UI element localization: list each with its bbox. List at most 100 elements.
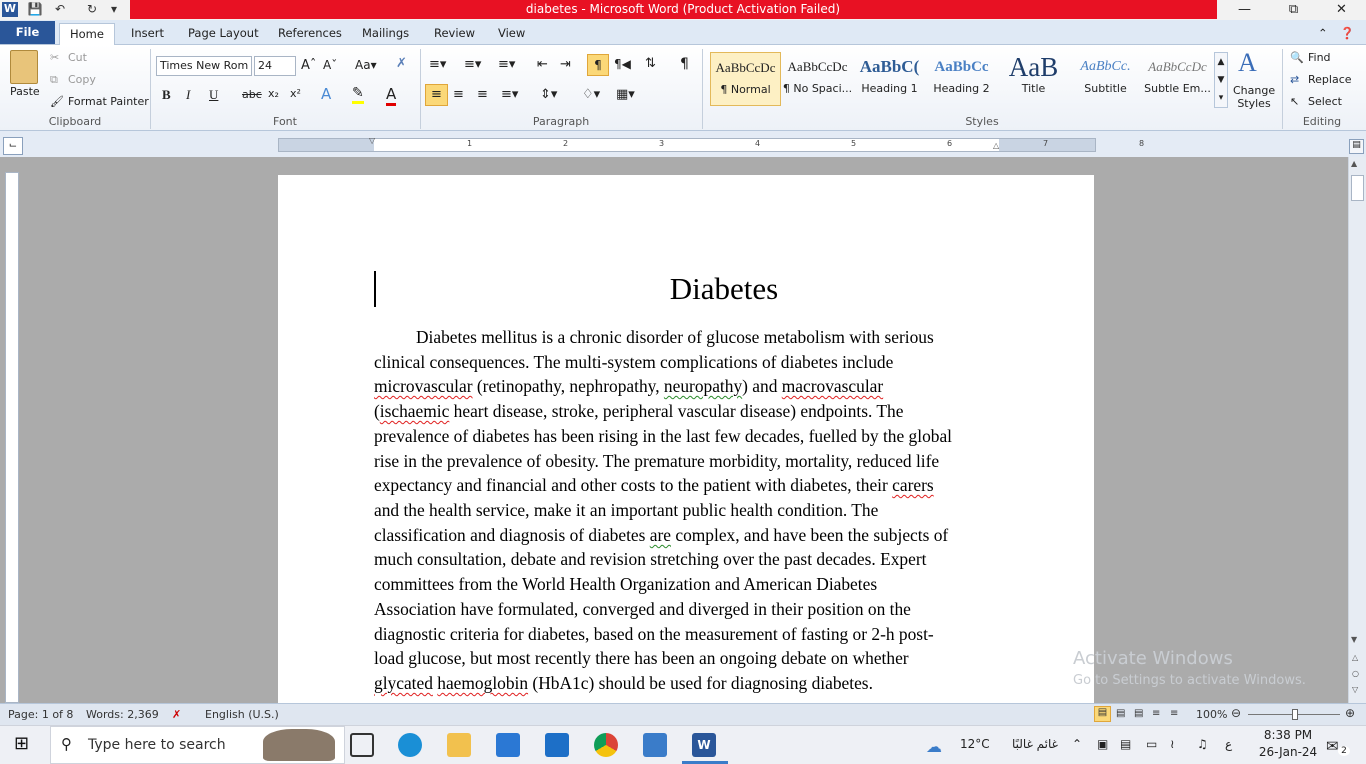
tab-mailings[interactable]: Mailings [352, 23, 419, 45]
view-ruler-icon[interactable]: ▤ [1349, 139, 1364, 154]
format-painter-button[interactable]: Format Painter [68, 95, 149, 108]
subscript-button[interactable]: x₂ [268, 87, 279, 100]
help-icon[interactable]: ❓ [1340, 23, 1354, 45]
style-title[interactable]: AaB Title [998, 52, 1069, 106]
find-icon[interactable]: 🔍 [1290, 51, 1304, 64]
font-color-icon[interactable]: A [386, 85, 397, 106]
page-count[interactable]: Page: 1 of 8 [8, 708, 73, 721]
word-taskbar-icon[interactable]: W [692, 733, 716, 757]
clear-formatting-icon[interactable]: ✗ [396, 56, 407, 71]
copy-icon[interactable]: ⧉ [50, 73, 58, 87]
zoom-in-icon[interactable]: ⊕ [1345, 706, 1355, 720]
align-left-icon[interactable]: ≡ [425, 84, 448, 106]
cut-button[interactable]: Cut [68, 51, 87, 64]
indent-marker-icon[interactable]: ▽ [369, 136, 375, 145]
style-heading-2[interactable]: AaBbCc Heading 2 [926, 52, 997, 106]
select-icon[interactable]: ↖ [1290, 95, 1299, 108]
tab-page-layout[interactable]: Page Layout [178, 23, 269, 45]
find-button[interactable]: Find [1308, 51, 1331, 64]
scroll-up-icon[interactable]: ▲ [1351, 159, 1357, 168]
styles-scroll-icon[interactable]: ▲ ▼ ▾ [1214, 52, 1228, 108]
style-normal[interactable]: AaBbCcDc ¶ Normal [710, 52, 781, 106]
grow-font-icon[interactable]: Aˆ [301, 58, 316, 73]
superscript-button[interactable]: x² [290, 87, 301, 100]
tab-review[interactable]: Review [424, 23, 485, 45]
shading-icon[interactable]: ♢▾ [582, 87, 600, 102]
scroll-down-icon[interactable]: ▼ [1351, 635, 1357, 644]
proofing-icon[interactable]: ✗ [172, 708, 181, 721]
language-indicator[interactable]: English (U.S.) [205, 708, 279, 721]
print-layout-icon[interactable]: ▤ [1094, 706, 1111, 722]
horizontal-ruler[interactable]: ▽ △ 1 2 3 4 5 6 7 8 [278, 136, 1144, 152]
volume-icon[interactable]: ♫ [1197, 737, 1208, 751]
previous-page-icon[interactable]: △ [1352, 653, 1358, 662]
mail-icon[interactable] [545, 733, 569, 757]
browse-object-icon[interactable]: ○ [1352, 669, 1359, 678]
outline-icon[interactable]: ≡ [1152, 708, 1160, 719]
replace-button[interactable]: Replace [1308, 73, 1352, 86]
change-case-icon[interactable]: Aa▾ [355, 58, 377, 72]
battery-icon[interactable]: ▭ [1146, 737, 1157, 751]
change-styles-icon[interactable]: A [1238, 48, 1257, 78]
style-subtitle[interactable]: AaBbCc. Subtitle [1070, 52, 1141, 106]
input-language[interactable]: ع [1225, 737, 1232, 751]
spell-error[interactable]: ischaemic [380, 401, 450, 421]
multilevel-list-icon[interactable]: ≡▾ [498, 57, 515, 72]
weather-description[interactable]: غائم غالبًا [1012, 737, 1058, 751]
tab-references[interactable]: References [268, 23, 352, 45]
tab-view[interactable]: View [488, 23, 535, 45]
photos-icon[interactable] [643, 733, 667, 757]
numbering-icon[interactable]: ≡▾ [464, 57, 481, 72]
decrease-indent-icon[interactable]: ⇤ [537, 57, 548, 72]
tab-selector-icon[interactable]: ⌙ [3, 137, 23, 155]
tab-home[interactable]: Home [59, 23, 115, 46]
shrink-font-icon[interactable]: Aˇ [323, 58, 337, 72]
paste-button[interactable]: Paste [10, 85, 40, 98]
underline-button[interactable]: U [209, 87, 218, 103]
minimize-ribbon-icon[interactable]: ⌃ [1318, 23, 1328, 45]
spell-error[interactable]: glycated [374, 673, 433, 693]
wifi-icon[interactable]: ≀ [1170, 737, 1175, 751]
replace-icon[interactable]: ⇄ [1290, 73, 1299, 86]
text-effects-icon[interactable]: A [321, 85, 331, 103]
increase-indent-icon[interactable]: ⇥ [560, 57, 571, 72]
style-heading-1[interactable]: AaBbC( Heading 1 [854, 52, 925, 106]
edge-icon[interactable] [398, 733, 422, 757]
file-explorer-icon[interactable] [447, 733, 471, 757]
align-right-icon[interactable]: ≡ [477, 87, 488, 102]
vertical-ruler[interactable] [5, 172, 19, 703]
vertical-scrollbar[interactable]: ▲ ▼ △ ○ ▽ [1348, 157, 1366, 703]
zoom-out-icon[interactable]: ⊖ [1231, 706, 1241, 720]
spell-error[interactable]: neuropathy [664, 376, 742, 396]
tab-file[interactable]: File [0, 21, 55, 44]
cut-icon[interactable]: ✂ [50, 51, 59, 64]
weather-temp[interactable]: 12°C [960, 737, 990, 751]
full-screen-reading-icon[interactable]: ▤ [1116, 708, 1125, 719]
select-button[interactable]: Select [1308, 95, 1342, 108]
meet-now-icon[interactable]: ▣ [1097, 737, 1108, 751]
style-subtle-emphasis[interactable]: AaBbCcDc Subtle Em... [1142, 52, 1213, 106]
highlight-icon[interactable]: ✎ [352, 85, 364, 104]
spell-error[interactable]: microvascular [374, 376, 473, 396]
bullets-icon[interactable]: ≡▾ [429, 57, 446, 72]
style-no-spacing[interactable]: AaBbCcDc ¶ No Spaci... [782, 52, 853, 106]
notifications-icon[interactable]: ✉ [1326, 737, 1339, 755]
restore-button[interactable]: ⧉ [1269, 0, 1318, 20]
taskbar-search-box[interactable]: ⚲ Type here to search [50, 726, 345, 764]
minimize-button[interactable]: — [1220, 0, 1269, 20]
show-formatting-icon[interactable]: ¶ [680, 56, 689, 72]
borders-icon[interactable]: ▦▾ [616, 87, 635, 102]
clock-time[interactable]: 8:38 PM [1256, 728, 1320, 742]
ltr-direction-icon[interactable]: ¶ [587, 54, 609, 76]
copy-button[interactable]: Copy [68, 73, 96, 86]
change-styles-button[interactable]: Change Styles [1233, 84, 1275, 110]
zoom-slider-thumb[interactable] [1292, 709, 1298, 720]
start-windows-icon[interactable]: ⊞ [14, 735, 34, 755]
store-icon[interactable] [496, 733, 520, 757]
font-size-select[interactable]: 24 [254, 56, 296, 76]
rtl-direction-icon[interactable]: ¶◀ [614, 57, 631, 71]
network-icon[interactable]: ▤ [1120, 737, 1131, 751]
line-spacing-icon[interactable]: ⇕▾ [540, 87, 557, 102]
weather-icon[interactable]: ☁ [926, 737, 942, 756]
paste-icon[interactable] [10, 50, 38, 84]
